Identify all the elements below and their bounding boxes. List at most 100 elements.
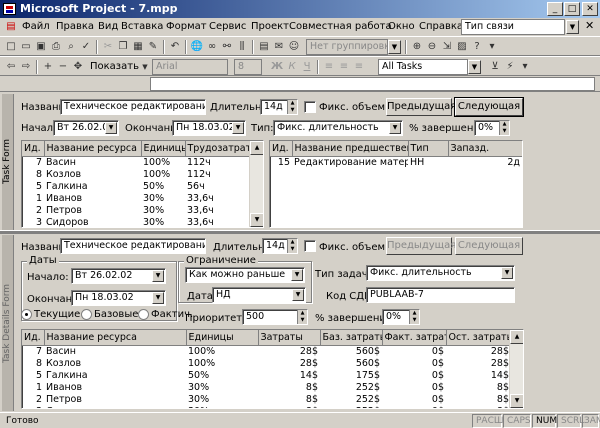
show-menu-label[interactable]: Показать	[90, 61, 139, 72]
col-resource-name[interactable]: Название ресурса	[44, 141, 142, 157]
table-cell[interactable]: Галкина	[44, 181, 141, 193]
priority-input[interactable]: 500 ▲ ▼	[242, 309, 308, 325]
filter-dropdown-icon[interactable]: ▼	[468, 60, 481, 74]
previous-button[interactable]: Предыдущая	[386, 98, 456, 116]
menu-tools[interactable]: Сервис	[209, 21, 246, 32]
col-d-cost[interactable]: Затраты	[258, 330, 321, 346]
col-pred-id[interactable]: Ид.	[270, 141, 293, 157]
table-cell[interactable]: Васин	[44, 345, 186, 358]
radio-actual[interactable]	[138, 309, 149, 320]
menu-insert[interactable]: Вставка	[121, 21, 163, 32]
task-form-view-bar[interactable]: Task Form	[2, 94, 14, 230]
col-units[interactable]: Единицы	[141, 141, 186, 157]
scroll-up-icon[interactable]: ▲	[250, 141, 263, 155]
table-cell[interactable]: Редактирование материалов	[292, 156, 408, 169]
details-duration-spinner-icon[interactable]: ▲ ▼	[287, 239, 297, 253]
maximize-button[interactable]: □	[564, 2, 580, 16]
table-row[interactable]: 2 Петров 30% 33,6ч	[22, 205, 251, 217]
doc-close-icon[interactable]: ✕	[585, 19, 594, 32]
assign-resources-icon[interactable]: ☺	[287, 40, 301, 54]
constraint-date-dropdown-icon[interactable]: ▼	[292, 289, 304, 301]
help-icon[interactable]: ?	[470, 40, 484, 54]
menu-window[interactable]: Окно	[388, 21, 415, 32]
table-row[interactable]: 1 Иванов 30% 8$ 252$ 0$ 8$	[22, 382, 511, 394]
copy-icon[interactable]: ❐	[116, 40, 130, 54]
table-cell[interactable]: 175$	[320, 370, 382, 382]
align-center-icon[interactable]: ≡	[337, 60, 351, 74]
table-row[interactable]: 5 Галкина 50% 56ч	[22, 181, 251, 193]
table-row[interactable]: 8 Козлов 100% 112ч	[22, 169, 251, 181]
details-start-dropdown-icon[interactable]: ▼	[152, 270, 164, 282]
help-dropdown-icon[interactable]: ▼	[566, 20, 579, 34]
formatting-options-icon[interactable]: ▾	[518, 60, 532, 74]
table-cell[interactable]: 560$	[320, 358, 382, 370]
table-cell[interactable]: 30%	[141, 193, 185, 205]
table-cell[interactable]: 7	[22, 156, 44, 169]
table-cell[interactable]: 252$	[320, 382, 382, 394]
table-cell[interactable]: 3	[22, 217, 44, 228]
table-cell[interactable]: 0$	[382, 382, 446, 394]
table-cell[interactable]: Козлов	[44, 358, 186, 370]
task-info-icon[interactable]: ▤	[257, 40, 271, 54]
pane-splitter[interactable]	[0, 230, 600, 234]
table-cell[interactable]: 8$	[446, 382, 511, 394]
table-row[interactable]: 5 Галкина 50% 14$ 175$ 0$ 14$	[22, 370, 511, 382]
table-cell[interactable]: 100%	[186, 358, 258, 370]
col-d-resource-name[interactable]: Название ресурса	[44, 330, 187, 346]
table-cell[interactable]: 30%	[141, 217, 185, 228]
task-notes-icon[interactable]: ✉	[272, 40, 286, 54]
menu-format[interactable]: Формат	[166, 21, 207, 32]
menu-collaborate[interactable]: Совместная работа	[289, 21, 392, 32]
italic-icon[interactable]: К	[285, 60, 299, 74]
unlink-tasks-icon[interactable]: ⚯	[220, 40, 234, 54]
constraint-type-dropdown-icon[interactable]: ▼	[291, 269, 303, 281]
details-duration-input[interactable]: 14д ▲ ▼	[262, 238, 298, 254]
finish-combo[interactable]: Пн 18.03.02 ▼	[172, 120, 246, 136]
autofilter-icon[interactable]: ⊻	[488, 60, 502, 74]
duration-input[interactable]: 14д ▲ ▼	[260, 99, 298, 115]
priority-spinner-icon[interactable]: ▲ ▼	[297, 310, 307, 324]
table-cell[interactable]: 0$	[382, 358, 446, 370]
task-type-dropdown-icon[interactable]: ▼	[501, 267, 513, 279]
table-cell[interactable]: 30%	[186, 406, 258, 409]
table-row[interactable]: 7 Васин 100% 112ч	[22, 156, 251, 169]
title-bar[interactable]: Microsoft Project - 7.mpp _ □ ✕	[0, 0, 600, 18]
details-finish-dropdown-icon[interactable]: ▼	[152, 292, 164, 304]
type-dropdown-icon[interactable]: ▼	[389, 122, 401, 134]
details-finish-combo[interactable]: Пн 18.03.02 ▼	[71, 290, 166, 306]
table-cell[interactable]: 2д	[448, 156, 522, 169]
outdent-icon[interactable]: ⇦	[4, 60, 18, 74]
table-cell[interactable]: Сидоров	[44, 217, 141, 228]
font-combo[interactable]: Arial	[152, 59, 228, 75]
entry-field[interactable]	[150, 77, 595, 91]
grouping-combo[interactable]: Нет группировки	[306, 39, 388, 55]
col-work[interactable]: Трудозатраты	[185, 141, 252, 157]
table-cell[interactable]: 2	[22, 394, 44, 406]
filter-combo[interactable]: All Tasks	[378, 59, 468, 75]
menu-project[interactable]: Проект	[251, 21, 289, 32]
open-icon[interactable]: ▭	[19, 40, 33, 54]
constraint-date-combo[interactable]: НД ▼	[212, 287, 306, 303]
table-cell[interactable]: 7	[22, 345, 44, 358]
radio-baseline[interactable]	[81, 309, 92, 320]
col-d-baseline-cost[interactable]: Баз. затраты	[320, 330, 383, 346]
align-right-icon[interactable]: ≡	[352, 60, 366, 74]
table-cell[interactable]: 0$	[382, 345, 446, 358]
col-d-remaining-cost[interactable]: Ост. затраты	[446, 330, 512, 346]
table-row[interactable]: 3 Сидоров 30% 33,6ч	[22, 217, 251, 228]
hide-subtasks-icon[interactable]: −	[56, 60, 70, 74]
table-cell[interactable]: 252$	[320, 394, 382, 406]
table-cell[interactable]: 8$	[446, 394, 511, 406]
link-tasks-icon[interactable]: ∞	[205, 40, 219, 54]
table-cell[interactable]: 30%	[141, 205, 185, 217]
hyperlink-icon[interactable]: 🌐	[190, 40, 204, 54]
minimize-button[interactable]: _	[547, 2, 563, 16]
details-resources-grid[interactable]: Ид. Название ресурса Единицы Затраты Баз…	[21, 329, 524, 409]
project-app-icon[interactable]	[3, 3, 16, 15]
details-start-combo[interactable]: Вт 26.02.02 ▼	[71, 268, 166, 284]
col-d-actual-cost[interactable]: Факт. затраты	[382, 330, 447, 346]
details-percent-spinner-icon[interactable]: ▲ ▼	[409, 310, 419, 324]
details-previous-button[interactable]: Предыдущая	[386, 237, 456, 255]
table-row[interactable]: 3Сидоров30%8$252$0$8$	[22, 406, 511, 409]
table-row[interactable]: 2 Петров 30% 8$ 252$ 0$ 8$	[22, 394, 511, 406]
